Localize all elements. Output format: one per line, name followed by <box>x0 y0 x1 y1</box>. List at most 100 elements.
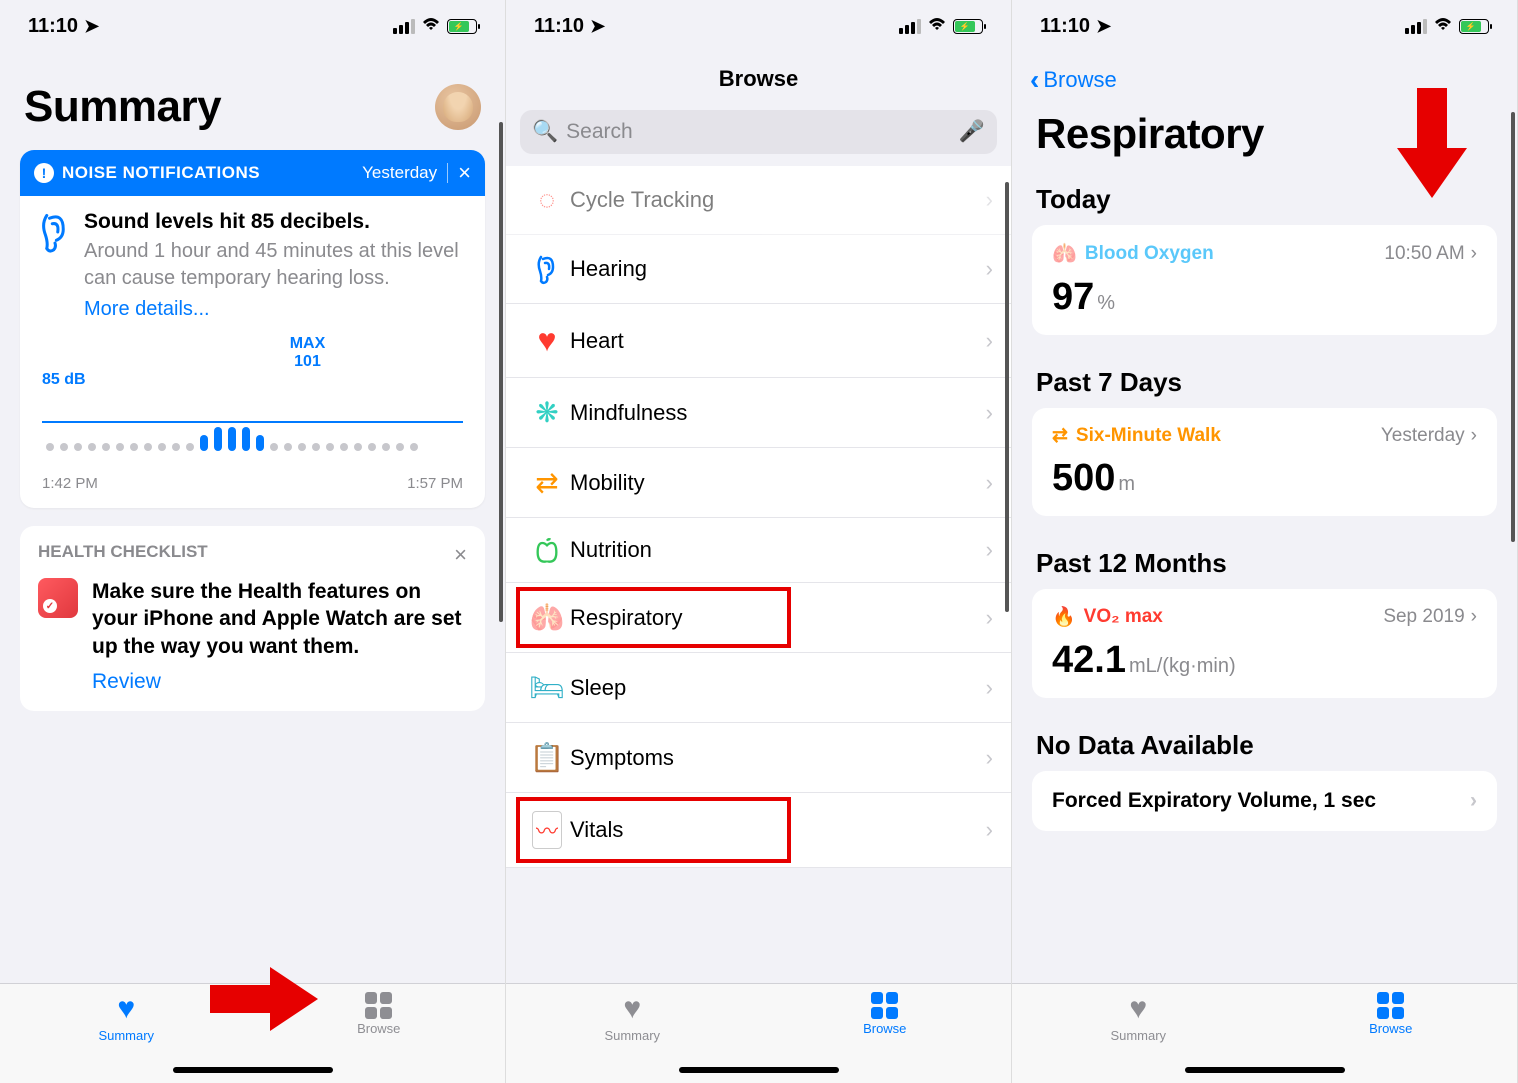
six-minute-walk-card[interactable]: ⇄ Six-Minute Walk Yesterday › 500m <box>1032 408 1497 516</box>
summary-screen: 11:10 ➤ ⚡ Summary ! NOISE NOTIFICATIONS … <box>0 0 506 1083</box>
home-indicator[interactable] <box>679 1067 839 1073</box>
checklist-icon <box>38 578 78 618</box>
category-list: ◌ Cycle Tracking › Hearing › ♥ Heart › ❋… <box>506 166 1011 868</box>
cellular-icon <box>899 19 921 34</box>
list-item-mobility[interactable]: ⇄ Mobility › <box>506 448 1011 518</box>
profile-avatar[interactable] <box>435 84 481 130</box>
status-bar: 11:10 ➤ ⚡ <box>1012 0 1517 52</box>
scrollbar[interactable] <box>1511 112 1515 542</box>
checklist-body-text: Make sure the Health features on your iP… <box>92 580 462 658</box>
chevron-right-icon: › <box>1470 789 1477 813</box>
grid-icon <box>365 992 392 1019</box>
battery-icon: ⚡ <box>447 19 477 34</box>
close-icon[interactable]: × <box>454 542 467 568</box>
noise-chart: MAX101 85 dB 1:42 PM <box>20 335 485 508</box>
tab-bar: ♥ Summary Browse <box>1012 983 1517 1083</box>
section-past7: Past 7 Days <box>1012 359 1517 408</box>
chevron-right-icon: › <box>1471 425 1477 447</box>
alert-icon: ! <box>34 163 54 183</box>
clipboard-icon: 📋 <box>524 741 570 774</box>
battery-icon: ⚡ <box>1459 19 1489 34</box>
blood-oxygen-card[interactable]: 🫁 Blood Oxygen 10:50 AM › 97% <box>1032 225 1497 335</box>
chevron-right-icon: › <box>986 187 993 213</box>
list-item-nutrition[interactable]: Nutrition › <box>506 518 1011 583</box>
flame-icon: 🔥 <box>1052 605 1076 629</box>
walk-value: 500 <box>1052 457 1115 499</box>
bed-icon: 🛏 <box>524 671 570 704</box>
lungs-icon: 🫁 <box>1052 241 1077 266</box>
mobility-icon: ⇄ <box>1052 424 1068 447</box>
vo2max-card[interactable]: 🔥 VO₂ max Sep 2019 › 42.1mL/(kg·min) <box>1032 589 1497 698</box>
location-icon: ➤ <box>1096 16 1111 37</box>
page-title: Browse <box>506 66 1011 92</box>
home-indicator[interactable] <box>1185 1067 1345 1073</box>
health-checklist-card[interactable]: HEALTH CHECKLIST × Make sure the Health … <box>20 526 485 711</box>
list-item-mindfulness[interactable]: ❋ Mindfulness › <box>506 378 1011 448</box>
wifi-icon <box>1433 16 1453 37</box>
cycle-icon: ◌ <box>524 184 570 216</box>
noise-badge: NOISE NOTIFICATIONS <box>62 163 362 183</box>
search-input[interactable]: 🔍 Search 🎤 <box>520 110 997 154</box>
page-title: Summary <box>24 82 221 132</box>
status-bar: 11:10 ➤ ⚡ <box>506 0 1011 52</box>
noise-notification-card[interactable]: ! NOISE NOTIFICATIONS Yesterday × Sound … <box>20 150 485 508</box>
chart-time-start: 1:42 PM <box>42 475 98 492</box>
chevron-right-icon: › <box>1471 606 1477 628</box>
lungs-icon: 🫁 <box>524 601 570 634</box>
vo2max-value: 42.1 <box>1052 639 1126 681</box>
checklist-header: HEALTH CHECKLIST <box>38 542 208 568</box>
chevron-right-icon: › <box>986 537 993 563</box>
list-item-cycle-tracking[interactable]: ◌ Cycle Tracking › <box>506 166 1011 235</box>
page-title: Respiratory <box>1036 110 1493 158</box>
chevron-right-icon: › <box>986 400 993 426</box>
search-placeholder: Search <box>566 120 959 144</box>
location-icon: ➤ <box>84 16 99 37</box>
chevron-right-icon: › <box>986 470 993 496</box>
list-item-sleep[interactable]: 🛏 Sleep › <box>506 653 1011 723</box>
grid-icon <box>1377 992 1404 1019</box>
home-indicator[interactable] <box>173 1067 333 1073</box>
status-bar: 11:10 ➤ ⚡ <box>0 0 505 52</box>
scrollbar[interactable] <box>1005 182 1009 612</box>
ear-icon <box>38 210 72 321</box>
close-icon[interactable]: × <box>458 160 471 186</box>
chevron-right-icon: › <box>986 675 993 701</box>
heart-icon: ♥ <box>623 992 641 1026</box>
battery-icon: ⚡ <box>953 19 983 34</box>
vitals-icon: 〰 <box>524 811 570 849</box>
fev1-row[interactable]: Forced Expiratory Volume, 1 sec › <box>1032 771 1497 831</box>
list-item-symptoms[interactable]: 📋 Symptoms › <box>506 723 1011 793</box>
chevron-right-icon: › <box>986 745 993 771</box>
list-item-hearing[interactable]: Hearing › <box>506 235 1011 304</box>
section-today: Today <box>1012 176 1517 225</box>
mindfulness-icon: ❋ <box>524 396 570 429</box>
heart-icon: ♥ <box>524 322 570 359</box>
noise-headline: Sound levels hit 85 decibels. <box>84 210 467 234</box>
wifi-icon <box>927 16 947 37</box>
more-details-link[interactable]: More details... <box>84 298 210 321</box>
chevron-left-icon: ‹ <box>1030 64 1039 96</box>
scrollbar[interactable] <box>499 122 503 622</box>
apple-icon <box>524 536 570 564</box>
noise-date: Yesterday <box>362 163 437 183</box>
status-time: 11:10 <box>28 15 78 38</box>
mic-icon[interactable]: 🎤 <box>959 120 985 144</box>
heart-icon: ♥ <box>117 992 135 1026</box>
heart-icon: ♥ <box>1129 992 1147 1026</box>
chart-time-end: 1:57 PM <box>407 475 463 492</box>
review-link[interactable]: Review <box>92 668 467 695</box>
chevron-right-icon: › <box>986 817 993 843</box>
back-button[interactable]: ‹ Browse <box>1030 64 1117 96</box>
section-past12: Past 12 Months <box>1012 540 1517 589</box>
list-item-vitals[interactable]: 〰 Vitals › <box>506 793 1011 868</box>
tab-bar: ♥ Summary Browse <box>506 983 1011 1083</box>
chevron-right-icon: › <box>986 605 993 631</box>
browse-screen: 11:10 ➤ ⚡ Browse 🔍 Search 🎤 ◌ Cycle Trac… <box>506 0 1012 1083</box>
respiratory-screen: 11:10 ➤ ⚡ ‹ Browse Respiratory Today 🫁 B… <box>1012 0 1518 1083</box>
cellular-icon <box>393 19 415 34</box>
list-item-respiratory[interactable]: 🫁 Respiratory › <box>506 583 1011 653</box>
mobility-icon: ⇄ <box>524 466 570 499</box>
ear-icon <box>524 253 570 285</box>
wifi-icon <box>421 16 441 37</box>
list-item-heart[interactable]: ♥ Heart › <box>506 304 1011 378</box>
